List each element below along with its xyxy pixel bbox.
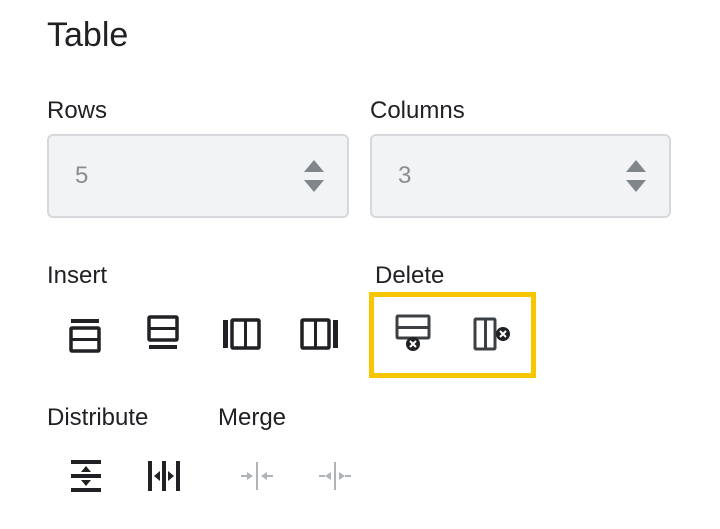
distribute-rows-icon xyxy=(71,460,101,492)
insert-column-left-icon xyxy=(223,318,261,350)
insert-column-right-icon xyxy=(300,318,338,350)
insert-row-below-icon xyxy=(147,315,179,349)
columns-value: 3 xyxy=(398,162,412,189)
merge-cells-icon xyxy=(241,462,273,490)
distribute-columns-button[interactable] xyxy=(142,454,186,498)
delete-label: Delete xyxy=(375,262,445,289)
columns-label: Columns xyxy=(370,97,465,124)
stepper-arrows-icon[interactable] xyxy=(625,158,647,194)
distribute-rows-button[interactable] xyxy=(64,454,108,498)
distribute-label: Distribute xyxy=(47,404,149,431)
delete-column-button[interactable] xyxy=(471,312,515,356)
unmerge-cells-button[interactable] xyxy=(313,454,357,498)
delete-row-button[interactable] xyxy=(391,312,435,356)
insert-row-above-button[interactable] xyxy=(63,312,107,356)
stepper-arrows-icon[interactable] xyxy=(303,158,325,194)
rows-stepper[interactable]: 5 xyxy=(47,134,349,218)
distribute-columns-icon xyxy=(148,461,180,491)
rows-label: Rows xyxy=(47,97,108,124)
insert-column-left-button[interactable] xyxy=(220,312,264,356)
panel-title: Table xyxy=(47,16,129,54)
insert-column-right-button[interactable] xyxy=(298,312,342,356)
rows-value: 5 xyxy=(75,162,89,189)
delete-column-icon xyxy=(473,317,510,351)
columns-stepper[interactable]: 3 xyxy=(370,134,671,218)
insert-row-above-icon xyxy=(69,319,101,353)
merge-label: Merge xyxy=(218,404,287,431)
merge-cells-button[interactable] xyxy=(235,454,279,498)
unmerge-cells-icon xyxy=(319,462,351,490)
insert-row-below-button[interactable] xyxy=(141,312,185,356)
delete-row-icon xyxy=(395,314,431,351)
insert-label: Insert xyxy=(47,262,108,289)
